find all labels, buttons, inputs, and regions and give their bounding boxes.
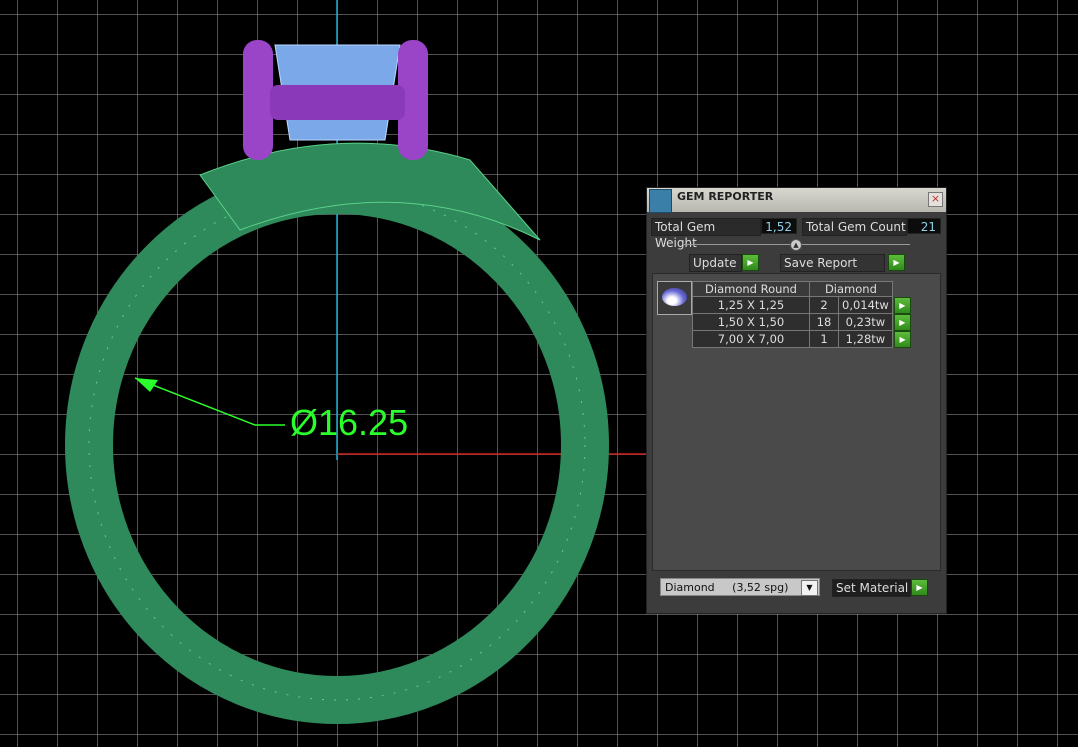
gem-weight: 0,014tw	[838, 296, 893, 314]
update-button[interactable]: Update	[689, 254, 742, 272]
row-go-icon[interactable]: ▶	[893, 313, 911, 331]
row-go-icon[interactable]: ▶	[893, 296, 911, 314]
material-select[interactable]: Diamond (3,52 spg) ▼	[660, 578, 820, 596]
total-gem-weight-label: Total Gem Weight	[651, 218, 761, 250]
gallery-band	[270, 85, 405, 120]
row-go-icon[interactable]: ▶	[894, 330, 912, 348]
gem-reporter-panel: GEM REPORTER × Total Gem Weight 1,52 Tot…	[646, 187, 947, 614]
table-row: 1,50 X 1,50 18 0,23tw ▶	[692, 313, 912, 331]
diamond-round-icon	[657, 281, 692, 315]
gem-count: 2	[809, 296, 839, 314]
total-gem-weight-value: 1,52	[761, 218, 797, 234]
total-gem-count-label: Total Gem Count	[802, 218, 907, 236]
header-shape: Diamond Round	[692, 281, 810, 297]
panel-titlebar[interactable]: GEM REPORTER ×	[647, 188, 946, 213]
collapse-toggle[interactable]: ▲	[790, 239, 802, 251]
close-button[interactable]: ×	[928, 192, 943, 207]
set-material-go-icon[interactable]: ▶	[911, 579, 928, 596]
gem-list: Diamond Round Diamond 1,25 X 1,25 2 0,014t…	[652, 273, 941, 571]
gem-size: 1,25 X 1,25	[692, 296, 810, 314]
dimension-leader	[134, 377, 285, 426]
total-gem-count-value: 21	[907, 218, 941, 234]
save-report-button[interactable]: Save Report	[780, 254, 885, 272]
panel-title: GEM REPORTER	[677, 190, 774, 203]
table-row: 7,00 X 7,00 1 1,28tw ▶	[692, 330, 912, 348]
gem-size: 7,00 X 7,00	[692, 330, 810, 348]
material-select-value: Diamond (3,52 spg)	[665, 581, 789, 594]
gem-count: 1	[809, 330, 839, 348]
update-go-icon[interactable]: ▶	[742, 254, 759, 271]
dimension-arrow	[135, 378, 158, 392]
save-report-go-icon[interactable]: ▶	[888, 254, 905, 271]
gem-count: 18	[809, 313, 839, 331]
prong-left	[243, 40, 273, 160]
table-row: 1,25 X 1,25 2 0,014tw ▶	[692, 296, 912, 314]
gem-weight: 1,28tw	[838, 330, 893, 348]
header-material: Diamond	[809, 281, 893, 297]
gem-table: Diamond Round Diamond 1,25 X 1,25 2 0,014t…	[692, 281, 912, 348]
gem-reporter-icon	[649, 189, 672, 213]
set-material-button[interactable]: Set Material	[832, 579, 911, 597]
diameter-dimension-label: Ø16.25	[290, 402, 409, 443]
gem-size: 1,50 X 1,50	[692, 313, 810, 331]
gem-weight: 0,23tw	[838, 313, 893, 331]
chevron-down-icon[interactable]: ▼	[801, 580, 818, 596]
